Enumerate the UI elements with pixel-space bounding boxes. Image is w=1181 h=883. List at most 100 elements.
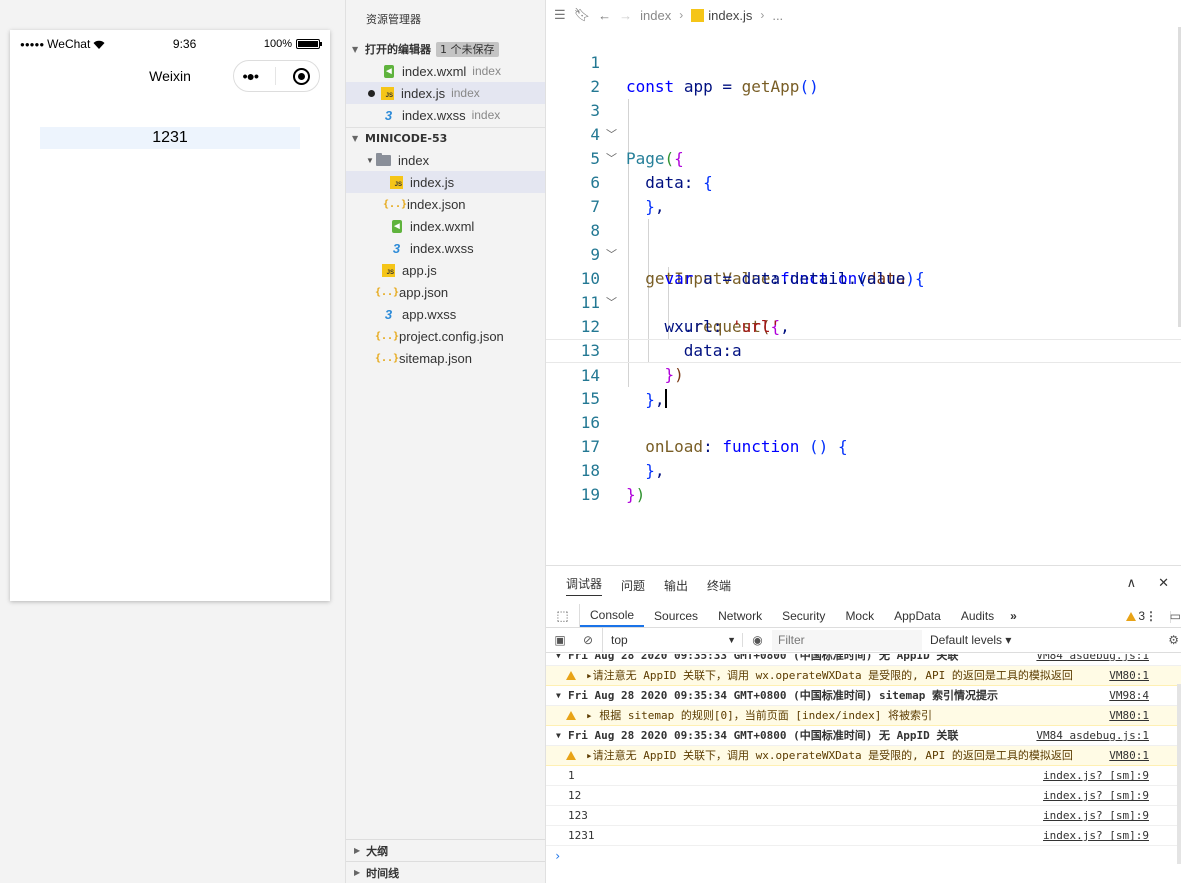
simulator-panel: ●●●●● WeChat 9:36 100% Weixin •●• 1231 xyxy=(0,0,345,883)
context-selector[interactable]: top ▼ xyxy=(602,627,742,653)
tree-index-wxml[interactable]: ◀ index.wxml xyxy=(346,215,545,237)
tab-terminal[interactable]: 终端 xyxy=(707,577,731,594)
source-link[interactable]: index.js? [sm]:9 xyxy=(1039,786,1149,805)
source-link[interactable]: VM80:1 xyxy=(1105,706,1149,725)
breadcrumb-file[interactable]: index.js xyxy=(691,8,752,23)
filter-input[interactable] xyxy=(772,629,922,651)
back-arrow-icon[interactable]: ← xyxy=(598,8,611,23)
battery-label: 100% xyxy=(263,38,292,50)
console-log[interactable]: 12 index.js? [sm]:9 xyxy=(546,786,1181,806)
console-group-header[interactable]: ▼ Fri Aug 28 2020 09:35:33 GMT+0800 (中国标… xyxy=(546,654,1181,666)
folder-icon xyxy=(376,152,391,166)
tree-app-json[interactable]: {..} app.json xyxy=(346,281,545,303)
code-line: 13 }) xyxy=(580,341,684,384)
clear-console-icon[interactable]: ⊘ xyxy=(574,633,602,647)
console-log[interactable]: 1 index.js? [sm]:9 xyxy=(546,766,1181,786)
sidebar-toggle-icon[interactable]: ▣ xyxy=(546,633,574,647)
wxss-file-icon: 3 xyxy=(384,107,393,123)
bookmark-icon[interactable]: 🔖︎ xyxy=(574,7,591,23)
console-group-header[interactable]: ▼ Fri Aug 28 2020 09:35:34 GMT+0800 (中国标… xyxy=(546,686,1181,706)
console-log[interactable]: 1231 index.js? [sm]:9 xyxy=(546,826,1181,846)
phone-screen: ●●●●● WeChat 9:36 100% Weixin •●• 1231 xyxy=(10,30,330,601)
source-link[interactable]: index.js? [sm]:9 xyxy=(1039,826,1149,845)
project-header[interactable]: ▼ MINICODE-53 xyxy=(346,127,545,149)
console-group-header[interactable]: ▼ Fri Aug 28 2020 09:35:34 GMT+0800 (中国标… xyxy=(546,726,1181,746)
tab-audits[interactable]: Audits xyxy=(951,604,1004,627)
chevron-right-icon: › xyxy=(760,8,765,22)
js-file-icon xyxy=(691,8,705,22)
navigation-bar: Weixin •●• xyxy=(10,58,330,94)
tab-network[interactable]: Network xyxy=(708,604,772,627)
wxss-file-icon: 3 xyxy=(384,306,393,322)
source-link[interactable]: VM80:1 xyxy=(1105,666,1149,685)
source-link[interactable]: index.js? [sm]:9 xyxy=(1039,766,1149,785)
console-log[interactable]: 123 index.js? [sm]:9 xyxy=(546,806,1181,826)
capsule-menu[interactable]: •●• xyxy=(233,60,320,92)
unsaved-badge: 1 个未保存 xyxy=(436,41,499,57)
console-scrollbar[interactable] xyxy=(1177,684,1181,864)
code-line: 16 onLoad: function () { xyxy=(580,413,848,456)
tree-app-wxss[interactable]: 3 app.wxss xyxy=(346,303,545,325)
console-warning[interactable]: ▸请注意无 AppID 关联下，调用 wx.operateWXData 是受限的… xyxy=(546,746,1181,766)
source-link[interactable]: index.js? [sm]:9 xyxy=(1039,806,1149,825)
json-file-icon: {..} xyxy=(374,286,400,298)
tab-sources[interactable]: Sources xyxy=(644,604,708,627)
tree-sitemap-json[interactable]: {..} sitemap.json xyxy=(346,347,545,369)
tab-security[interactable]: Security xyxy=(772,604,835,627)
gear-icon[interactable]: ⚙ xyxy=(1168,633,1179,647)
eye-icon[interactable]: ◉ xyxy=(742,633,772,647)
tree-project-config-json[interactable]: {..} project.config.json xyxy=(346,325,545,347)
status-bar: ●●●●● WeChat 9:36 100% xyxy=(10,30,330,58)
dropdown-arrow-icon: ▼ xyxy=(727,635,736,645)
source-link[interactable]: VM98:4 xyxy=(1105,686,1149,705)
devtools-tab-bar: ⬚ Console Sources Network Security Mock … xyxy=(546,604,1181,628)
tab-output[interactable]: 输出 xyxy=(664,577,688,594)
close-icon[interactable]: ✕ xyxy=(1158,576,1169,591)
breadcrumb-folder[interactable]: index xyxy=(640,8,671,23)
kebab-menu-icon[interactable]: ⋮ xyxy=(1145,604,1157,628)
tab-debugger[interactable]: 调试器 xyxy=(566,575,603,596)
outline-section[interactable]: ▶ 大纲 xyxy=(346,839,545,861)
console-warning[interactable]: ▸请注意无 AppID 关联下，调用 wx.operateWXData 是受限的… xyxy=(546,666,1181,686)
forward-arrow-icon[interactable]: → xyxy=(619,8,632,23)
unsaved-dot-icon[interactable] xyxy=(368,89,375,97)
source-link[interactable]: VM84 asdebug.js:1 xyxy=(1032,654,1149,661)
log-levels-dropdown[interactable]: Default levels ▾ xyxy=(930,633,1011,647)
open-editor-index-js[interactable]: JS index.js index xyxy=(346,82,545,104)
tree-app-js[interactable]: JS app.js xyxy=(346,259,545,281)
open-editors-header[interactable]: ▼ 打开的编辑器 1 个未保存 xyxy=(346,38,545,60)
timeline-section[interactable]: ▶ 时间线 xyxy=(346,861,545,883)
tab-appdata[interactable]: AppData xyxy=(884,604,951,627)
tab-problems[interactable]: 问题 xyxy=(621,577,645,594)
warning-counter[interactable]: 3 xyxy=(1126,604,1145,628)
console-warning[interactable]: ▸ 根据 sitemap 的规则[0]，当前页面 [index/index] 将… xyxy=(546,706,1181,726)
inspect-element-icon[interactable]: ⬚ xyxy=(546,604,580,627)
more-dots-icon[interactable]: •●• xyxy=(243,68,259,84)
console-output[interactable]: ▼ Fri Aug 28 2020 09:35:33 GMT+0800 (中国标… xyxy=(546,654,1181,883)
code-area[interactable]: 1 const app = getApp() 2 3 ﹀ Page({ 4 ﹀ … xyxy=(546,27,1181,504)
list-icon[interactable]: ☰ xyxy=(554,7,566,23)
tree-index-js[interactable]: JS index.js xyxy=(346,171,545,193)
signal-icon: ●●●●● xyxy=(20,39,45,49)
tree-index-json[interactable]: {..} index.json xyxy=(346,193,545,215)
open-editor-index-wxss[interactable]: 3 index.wxss index xyxy=(346,104,545,126)
code-line: 7 xyxy=(590,197,600,216)
tab-mock[interactable]: Mock xyxy=(835,604,884,627)
close-miniprogram-icon[interactable] xyxy=(293,67,311,85)
breadcrumb-more[interactable]: ... xyxy=(772,8,783,23)
more-tabs-icon[interactable]: » xyxy=(1004,604,1023,627)
open-editor-index-wxml[interactable]: ◀ index.wxml index xyxy=(346,60,545,82)
code-line: 2 xyxy=(590,77,600,96)
maximize-panel-icon[interactable]: ∧ xyxy=(1127,576,1137,591)
page-input[interactable]: 1231 xyxy=(40,127,300,149)
code-line: 4 ﹀ data: { xyxy=(590,125,713,192)
json-file-icon: {..} xyxy=(374,352,400,364)
tree-index-wxss[interactable]: 3 index.wxss xyxy=(346,237,545,259)
folder-index[interactable]: ▼ index xyxy=(346,149,545,171)
source-link[interactable]: VM84 asdebug.js:1 xyxy=(1032,726,1149,745)
source-link[interactable]: VM80:1 xyxy=(1105,746,1149,765)
warning-icon xyxy=(566,751,576,760)
dock-side-icon[interactable]: ▭ xyxy=(1170,604,1181,628)
tab-console[interactable]: Console xyxy=(580,604,645,627)
console-prompt[interactable]: › xyxy=(546,846,1181,866)
